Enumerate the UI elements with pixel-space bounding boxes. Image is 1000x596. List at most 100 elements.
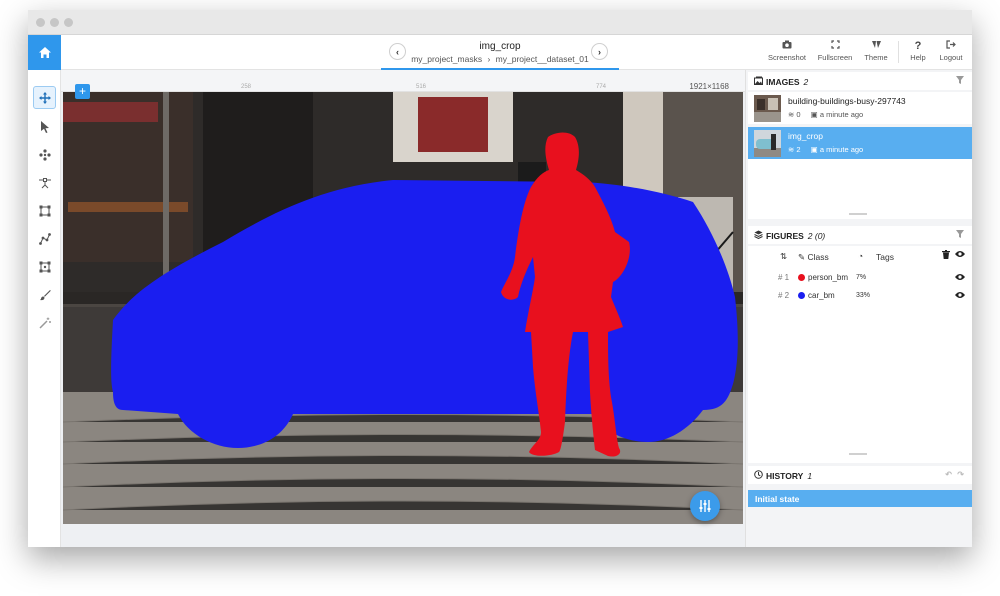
points-icon: [38, 148, 51, 161]
toolbar-divider: [898, 41, 899, 63]
image-thumbnail: [754, 95, 781, 122]
top-bar: ‹ img_crop my_project_masks › my_project…: [28, 35, 972, 70]
image-list-item[interactable]: building-buildings-busy-297743 ≋ 0 ▣ a m…: [748, 92, 972, 124]
sort-icon[interactable]: ⇅: [780, 251, 787, 262]
brush-tool-button[interactable]: [33, 283, 56, 306]
undo-icon[interactable]: ↶: [945, 470, 952, 479]
figure-class: car_bm: [808, 291, 835, 300]
figure-area: 7%: [856, 274, 867, 281]
camera-icon: [765, 39, 809, 53]
image-time: a minute ago: [819, 145, 864, 154]
image-navigator: ‹ img_crop my_project_masks › my_project…: [381, 35, 619, 70]
redo-icon[interactable]: ↷: [957, 470, 964, 479]
polyline-tool-button[interactable]: [33, 227, 56, 250]
sliders-icon: [699, 500, 711, 512]
images-icon: [754, 76, 763, 87]
theme-button[interactable]: Theme: [858, 39, 894, 62]
bitmap-tool-button[interactable]: [33, 171, 56, 194]
fullscreen-button[interactable]: Fullscreen: [813, 39, 857, 62]
breadcrumb-separator: ›: [487, 54, 491, 64]
annotated-image[interactable]: [63, 92, 743, 524]
chevron-right-icon: ›: [598, 46, 601, 57]
maximize-window-dot[interactable]: [64, 18, 73, 27]
next-image-button[interactable]: ›: [591, 43, 608, 60]
add-figure-button[interactable]: +: [75, 84, 90, 99]
breadcrumb-dataset[interactable]: my_project__dataset_01: [496, 54, 589, 64]
image-title: img_crop: [479, 41, 521, 52]
layers-icon: ≋: [788, 110, 795, 119]
figure-row[interactable]: # 2 car_bm 33%: [748, 287, 972, 305]
filter-icon[interactable]: [956, 76, 964, 86]
class-label: Class: [807, 252, 829, 262]
theme-icon: [858, 39, 894, 53]
history-icon: [754, 470, 763, 481]
history-panel-header: HISTORY 1 ↶ ↷: [748, 466, 972, 484]
class-color-dot: [798, 274, 805, 281]
annotation-toolbar: [28, 70, 61, 547]
move-tool-button[interactable]: [33, 86, 56, 109]
figure-row[interactable]: # 1 person_bm 7%: [748, 269, 972, 287]
image-list-item-selected[interactable]: img_crop ≋ 2 ▣ a minute ago: [748, 127, 972, 159]
tags-column-header: Tags: [876, 252, 894, 262]
image-thumbnail: [754, 130, 781, 157]
screenshot-label: Screenshot: [768, 53, 806, 62]
rectangle-tool-button[interactable]: [33, 199, 56, 222]
image-meta: ≋ 0 ▣ a minute ago: [788, 110, 863, 119]
class-column-header[interactable]: ✎ Class: [798, 252, 829, 263]
area-icon: ◔: [858, 251, 864, 261]
images-count: 2: [803, 77, 809, 87]
magic-wand-tool-button[interactable]: [33, 311, 56, 334]
logout-button[interactable]: Logout: [934, 39, 968, 62]
resize-handle[interactable]: [849, 453, 867, 455]
help-button[interactable]: ? Help: [904, 39, 932, 62]
fullscreen-icon: [813, 39, 857, 53]
image-dimensions: 1921×1168: [689, 82, 729, 91]
history-entry[interactable]: Initial state: [748, 490, 972, 507]
canvas-area[interactable]: 258 516 774 1921×1168 +: [61, 70, 745, 547]
help-label: Help: [910, 53, 926, 62]
adjust-settings-button[interactable]: [690, 491, 720, 521]
home-button[interactable]: [28, 35, 61, 70]
history-title: HISTORY: [766, 471, 804, 481]
select-tool-button[interactable]: [33, 115, 56, 138]
cursor-icon: [40, 120, 49, 133]
figure-count: 0: [796, 110, 801, 119]
logout-label: Logout: [939, 53, 963, 62]
breadcrumb-project[interactable]: my_project_masks: [411, 54, 482, 64]
logout-icon: [934, 39, 968, 53]
filter-icon[interactable]: [956, 230, 964, 240]
images-panel-header: IMAGES 2: [748, 72, 972, 90]
window-titlebar: [28, 10, 972, 35]
fullscreen-label: Fullscreen: [817, 53, 853, 62]
figure-index: # 1: [778, 273, 790, 282]
move-icon: [38, 91, 51, 104]
home-icon: [38, 47, 51, 58]
points-tool-button[interactable]: [33, 143, 56, 166]
polygon-icon: [39, 261, 50, 272]
history-entry-label: Initial state: [755, 494, 800, 504]
close-window-dot[interactable]: [36, 18, 45, 27]
resize-handle[interactable]: [849, 213, 867, 215]
rectangle-icon: [39, 205, 50, 216]
help-icon: ?: [914, 40, 922, 52]
polyline-icon: [38, 232, 51, 245]
figures-panel-header: FIGURES 2 (0): [748, 226, 972, 244]
magic-wand-icon: [38, 317, 51, 329]
eye-icon[interactable]: [955, 273, 965, 283]
images-title: IMAGES: [766, 77, 800, 87]
figure-count: 2: [796, 145, 801, 154]
minimize-window-dot[interactable]: [50, 18, 59, 27]
ruler-tick: 516: [416, 84, 427, 90]
figures-title: FIGURES: [766, 231, 804, 241]
screenshot-button[interactable]: Screenshot: [765, 39, 809, 62]
layers-icon: [754, 230, 763, 241]
trash-icon[interactable]: [942, 250, 950, 261]
figure-class: person_bm: [808, 273, 849, 282]
eye-icon[interactable]: [955, 291, 965, 301]
figures-count: 2 (0): [807, 231, 826, 241]
ruler: 258 516 774 1921×1168: [61, 70, 745, 92]
polygon-tool-button[interactable]: [33, 255, 56, 278]
brush-icon: [39, 289, 51, 300]
image-name: building-buildings-busy-297743: [788, 96, 906, 106]
eye-icon[interactable]: [955, 250, 965, 260]
